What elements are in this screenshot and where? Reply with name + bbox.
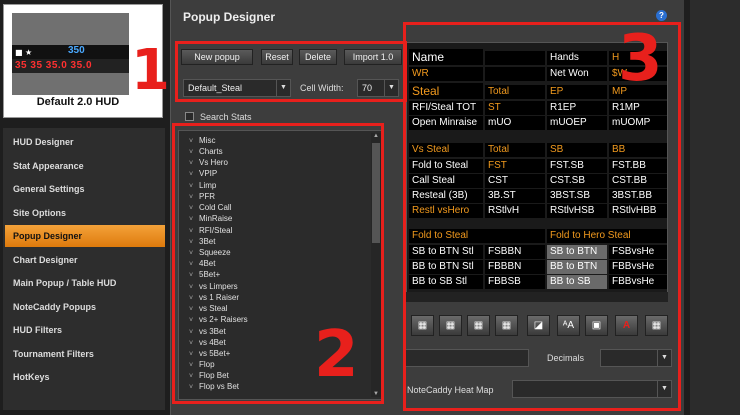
sidebar-item-hud-designer[interactable]: HUD Designer [5,131,165,153]
sidebar-item-hud-filters[interactable]: HUD Filters [5,319,165,341]
annotation-number-1: 1 [131,38,170,103]
sidebar-nav: HUD Designer Stat Appearance General Set… [3,128,165,410]
sidebar-item-site-options[interactable]: Site Options [5,202,165,224]
sidebar-item-notecaddy-popups[interactable]: NoteCaddy Popups [5,296,165,318]
sidebar-item-general-settings[interactable]: General Settings [5,178,165,200]
hud-stat-bottom: 35 35 35.0 35.0 [15,60,93,71]
hud-icon-square: ■ [15,48,23,57]
sidebar-item-main-popup-table-hud[interactable]: Main Popup / Table HUD [5,272,165,294]
annotation-box-1 [175,41,407,102]
sidebar-item-hotkeys[interactable]: HotKeys [5,366,165,388]
hud-thumbnail: ■ ★ 350 35 35 35.0 35.0 [12,13,129,95]
annotation-number-2: 2 [314,318,359,392]
hud-stat-top: 350 [68,45,85,56]
hud-caption: Default 2.0 HUD [36,96,120,108]
sidebar-item-tournament-filters[interactable]: Tournament Filters [5,343,165,365]
window-edge [690,0,740,415]
page-title: Popup Designer [183,10,276,24]
search-stats-checkbox[interactable] [185,112,194,121]
sidebar-item-stat-appearance[interactable]: Stat Appearance [5,155,165,177]
sidebar-item-popup-designer[interactable]: Popup Designer [5,225,165,247]
sidebar-item-chart-designer[interactable]: Chart Designer [5,249,165,271]
help-icon[interactable]: ? [656,10,667,21]
hud-icon-star: ★ [25,48,33,57]
search-stats-label: Search Stats [200,112,252,122]
annotation-number-3: 3 [618,22,663,96]
